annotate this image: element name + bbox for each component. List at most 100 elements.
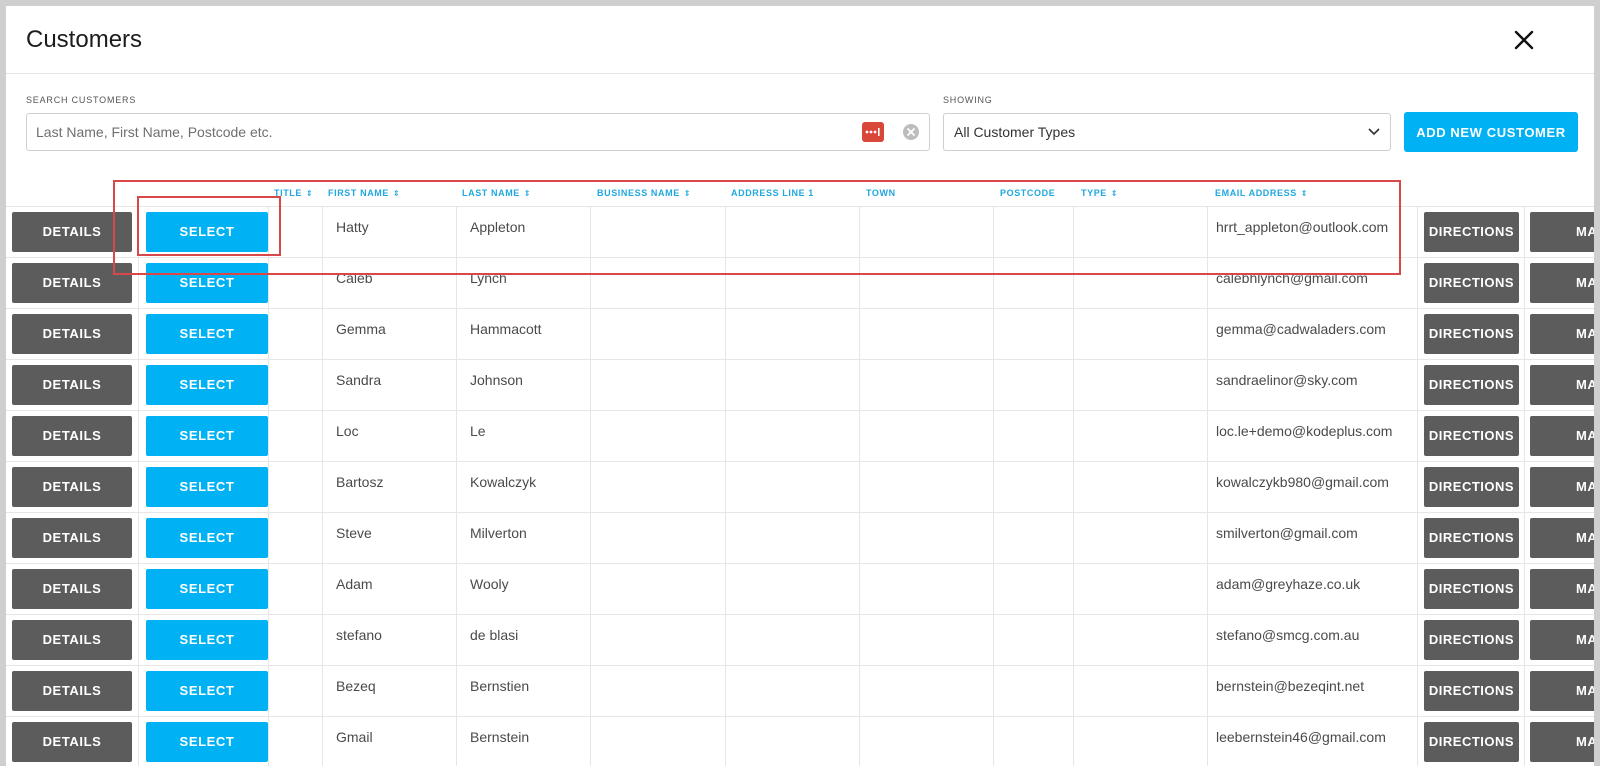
last-name-cell: Kowalczyk <box>470 474 537 490</box>
first-name-cell: Adam <box>336 576 373 592</box>
map-button[interactable]: MA <box>1530 314 1594 354</box>
last-name-cell: de blasi <box>470 627 519 643</box>
password-manager-icon[interactable] <box>862 122 884 142</box>
map-button[interactable]: MA <box>1530 416 1594 456</box>
directions-button[interactable]: DIRECTIONS <box>1424 569 1519 609</box>
last-name-cell: Johnson <box>470 372 523 388</box>
select-button[interactable]: SELECT <box>146 263 268 303</box>
column-header-email[interactable]: EMAIL ADDRESS ⇕ <box>1215 188 1308 198</box>
details-button[interactable]: DETAILS <box>12 314 132 354</box>
map-button[interactable]: MA <box>1530 365 1594 405</box>
map-button[interactable]: MA <box>1530 671 1594 711</box>
column-header-first-name[interactable]: FIRST NAME ⇕ <box>328 188 400 198</box>
last-name-cell: Lynch <box>470 270 507 286</box>
customer-type-select[interactable]: All Customer Types <box>943 113 1391 151</box>
column-divider <box>138 360 139 411</box>
map-button[interactable]: MA <box>1530 212 1594 252</box>
map-button[interactable]: MA <box>1530 518 1594 558</box>
column-divider <box>1207 462 1208 513</box>
directions-button[interactable]: DIRECTIONS <box>1424 212 1519 252</box>
column-divider <box>138 666 139 717</box>
column-divider <box>1524 309 1525 360</box>
select-button[interactable]: SELECT <box>146 467 268 507</box>
column-header-title[interactable]: TITLE ⇕ <box>274 188 313 198</box>
directions-button[interactable]: DIRECTIONS <box>1424 620 1519 660</box>
select-button[interactable]: SELECT <box>146 416 268 456</box>
select-button[interactable]: SELECT <box>146 518 268 558</box>
directions-button[interactable]: DIRECTIONS <box>1424 518 1519 558</box>
email-cell: kowalczykb980@gmail.com <box>1216 474 1389 490</box>
details-button[interactable]: DETAILS <box>12 365 132 405</box>
select-button[interactable]: SELECT <box>146 569 268 609</box>
column-divider <box>725 513 726 564</box>
column-divider <box>993 615 994 666</box>
column-divider <box>590 666 591 717</box>
search-field[interactable] <box>26 113 930 151</box>
directions-button[interactable]: DIRECTIONS <box>1424 722 1519 762</box>
directions-button[interactable]: DIRECTIONS <box>1424 314 1519 354</box>
directions-button[interactable]: DIRECTIONS <box>1424 416 1519 456</box>
select-button[interactable]: SELECT <box>146 365 268 405</box>
column-divider <box>1207 309 1208 360</box>
table-row: DETAILS SELECT Gemma Hammacott gemma@cadwala… <box>6 308 1594 360</box>
column-divider <box>1073 717 1074 766</box>
clear-search-icon[interactable] <box>902 123 920 141</box>
first-name-cell: Loc <box>336 423 359 439</box>
column-header-address-line-1: ADDRESS LINE 1 <box>731 188 814 198</box>
map-button[interactable]: MA <box>1530 263 1594 303</box>
details-button[interactable]: DETAILS <box>12 671 132 711</box>
map-button[interactable]: MA <box>1530 620 1594 660</box>
column-divider <box>1207 513 1208 564</box>
column-divider <box>725 717 726 766</box>
details-button[interactable]: DETAILS <box>12 722 132 762</box>
column-divider <box>1073 207 1074 258</box>
add-new-customer-button[interactable]: ADD NEW CUSTOMER <box>1404 112 1578 152</box>
map-button[interactable]: MA <box>1530 467 1594 507</box>
details-button[interactable]: DETAILS <box>12 518 132 558</box>
column-divider <box>1524 564 1525 615</box>
map-button[interactable]: MA <box>1530 569 1594 609</box>
column-divider <box>268 309 269 360</box>
details-button[interactable]: DETAILS <box>12 569 132 609</box>
select-button[interactable]: SELECT <box>146 722 268 762</box>
column-divider <box>993 207 994 258</box>
search-input[interactable] <box>28 115 864 149</box>
column-header-business-name[interactable]: BUSINESS NAME ⇕ <box>597 188 691 198</box>
details-button[interactable]: DETAILS <box>12 263 132 303</box>
select-button[interactable]: SELECT <box>146 671 268 711</box>
column-divider <box>859 360 860 411</box>
select-button[interactable]: SELECT <box>146 620 268 660</box>
email-cell: calebhlynch@gmail.com <box>1216 270 1368 286</box>
directions-button[interactable]: DIRECTIONS <box>1424 263 1519 303</box>
close-icon[interactable] <box>1510 26 1538 54</box>
column-divider <box>1207 258 1208 309</box>
details-button[interactable]: DETAILS <box>12 416 132 456</box>
details-button[interactable]: DETAILS <box>12 212 132 252</box>
table-row: DETAILS SELECT Bezeq Bernstien bernstein@bez… <box>6 665 1594 717</box>
column-divider <box>590 360 591 411</box>
column-divider <box>590 615 591 666</box>
select-button[interactable]: SELECT <box>146 212 268 252</box>
column-divider <box>138 513 139 564</box>
details-button[interactable]: DETAILS <box>12 620 132 660</box>
column-header-last-name[interactable]: LAST NAME ⇕ <box>462 188 531 198</box>
column-divider <box>268 615 269 666</box>
select-button[interactable]: SELECT <box>146 314 268 354</box>
column-divider <box>456 360 457 411</box>
last-name-cell: Le <box>470 423 486 439</box>
column-divider <box>268 411 269 462</box>
email-cell: gemma@cadwaladers.com <box>1216 321 1386 337</box>
page-title: Customers <box>26 26 143 53</box>
column-divider <box>456 666 457 717</box>
directions-button[interactable]: DIRECTIONS <box>1424 365 1519 405</box>
map-button[interactable]: MA <box>1530 722 1594 762</box>
customers-modal: Customers SEARCH CUSTOMERS SHOWING All C… <box>6 6 1594 766</box>
first-name-cell: Bartosz <box>336 474 384 490</box>
details-button[interactable]: DETAILS <box>12 467 132 507</box>
column-header-type[interactable]: TYPE ⇕ <box>1081 188 1118 198</box>
directions-button[interactable]: DIRECTIONS <box>1424 467 1519 507</box>
directions-button[interactable]: DIRECTIONS <box>1424 671 1519 711</box>
column-divider <box>725 411 726 462</box>
table-row: DETAILS SELECT Bartosz Kowalczyk kowalczykb9… <box>6 461 1594 513</box>
column-divider <box>1524 411 1525 462</box>
